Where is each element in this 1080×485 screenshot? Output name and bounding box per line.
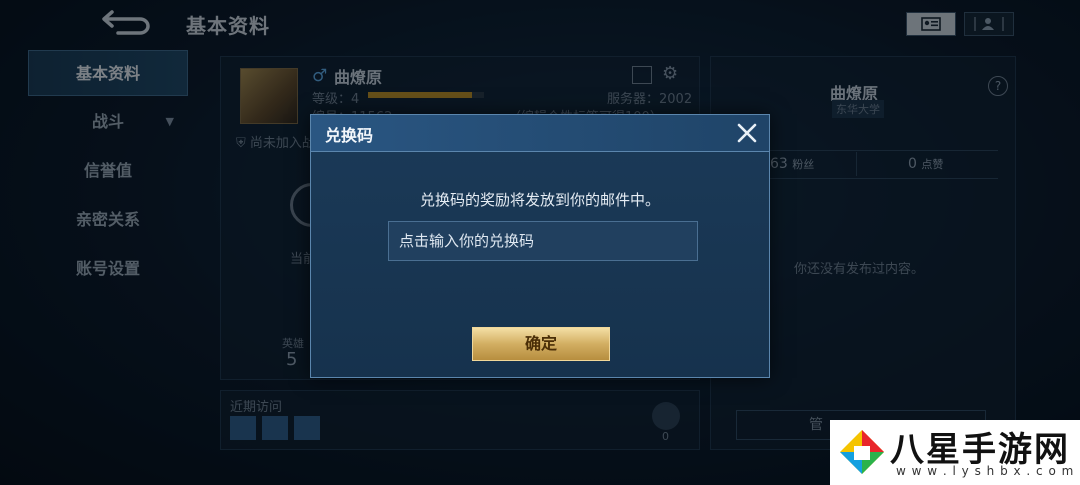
redeem-code-dialog: 兑换码 兑换码的奖励将发放到你的邮件中。 确定 xyxy=(310,114,770,378)
dialog-header xyxy=(311,115,769,152)
redeem-code-input[interactable] xyxy=(388,221,698,261)
confirm-button[interactable]: 确定 xyxy=(472,327,610,361)
dialog-message: 兑换码的奖励将发放到你的邮件中。 xyxy=(419,191,660,209)
dialog-title: 兑换码 xyxy=(325,126,374,145)
watermark: 八星手游网 w w w . l y s h b x . c o m xyxy=(830,420,1080,485)
watermark-url: w w w . l y s h b x . c o m xyxy=(896,464,1075,478)
watermark-logo-icon xyxy=(840,430,884,474)
close-icon[interactable] xyxy=(735,121,759,145)
